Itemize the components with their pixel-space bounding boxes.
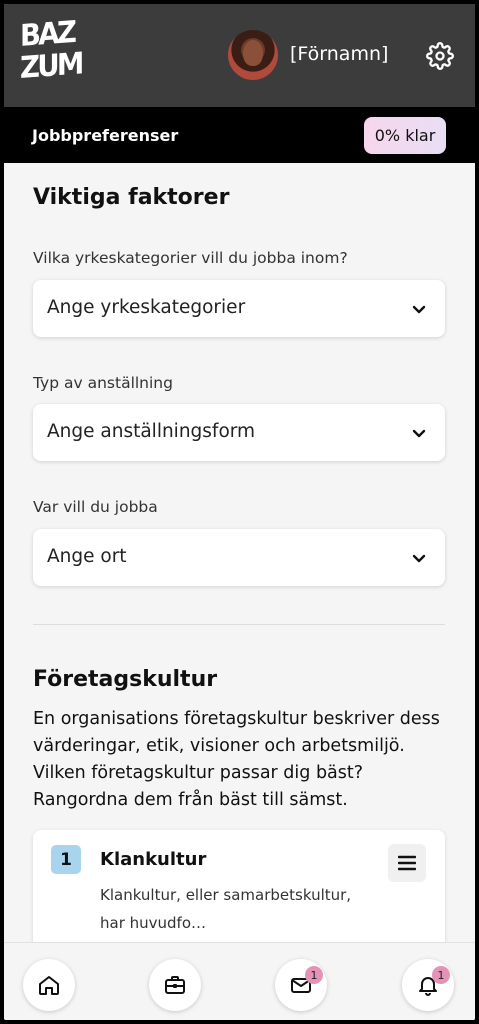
- drag-handle[interactable]: [388, 844, 426, 882]
- messages-badge: 1: [305, 966, 323, 984]
- top-bar: BAZ ZUM [Förnamn]: [4, 4, 475, 107]
- menu-icon: [398, 855, 416, 871]
- chevron-down-icon: [412, 305, 426, 314]
- username[interactable]: [Förnamn]: [290, 43, 388, 65]
- nav-messages-button[interactable]: 1: [275, 959, 327, 1011]
- notifications-badge: 1: [432, 966, 450, 984]
- bottom-nav: 1 1: [4, 942, 475, 1020]
- culture-card[interactable]: 1 Klankultur Klankultur, eller samarbets…: [33, 830, 445, 942]
- nav-jobs-button[interactable]: [149, 959, 201, 1011]
- nav-home-button[interactable]: [23, 959, 75, 1011]
- home-icon: [39, 976, 59, 995]
- sub-header: Jobbpreferenser 0% klar: [4, 107, 475, 163]
- chevron-down-icon: [412, 429, 426, 438]
- main-content[interactable]: Viktiga faktorer Vilka yrkeskategorier v…: [4, 163, 475, 942]
- section-title-culture: Företagskultur: [33, 667, 218, 692]
- gear-icon[interactable]: [426, 42, 454, 70]
- logo-line-2: ZUM: [20, 46, 82, 86]
- app-frame: BAZ ZUM [Förnamn] Jobbpreferenser 0% kla…: [4, 4, 475, 1020]
- chevron-down-icon: [412, 554, 426, 563]
- section-divider: [33, 624, 445, 625]
- field-label-category: Vilka yrkeskategorier vill du jobba inom…: [33, 249, 348, 267]
- rank-badge: 1: [51, 845, 81, 874]
- category-select[interactable]: Ange yrkeskategorier: [33, 280, 445, 337]
- card-description: Klankultur, eller samarbetskultur, har h…: [100, 886, 352, 932]
- field-label-employment: Typ av anställning: [33, 374, 173, 392]
- progress-badge: 0% klar: [364, 117, 446, 154]
- nav-notifications-button[interactable]: 1: [402, 959, 454, 1011]
- employment-select[interactable]: Ange anställningsform: [33, 404, 445, 461]
- culture-description: En organisations företagskultur beskrive…: [33, 709, 440, 810]
- page-title: Jobbpreferenser: [32, 126, 179, 145]
- field-label-location: Var vill du jobba: [33, 498, 158, 516]
- employment-select-value: Ange anställningsform: [47, 421, 256, 442]
- card-title: Klankultur: [100, 849, 207, 870]
- bazzum-logo[interactable]: BAZ ZUM: [20, 15, 86, 88]
- briefcase-icon: [165, 976, 185, 994]
- location-select[interactable]: Ange ort: [33, 529, 445, 586]
- avatar[interactable]: [228, 30, 278, 80]
- category-select-value: Ange yrkeskategorier: [47, 297, 246, 318]
- location-select-value: Ange ort: [47, 546, 127, 567]
- section-title-important: Viktiga faktorer: [33, 185, 230, 210]
